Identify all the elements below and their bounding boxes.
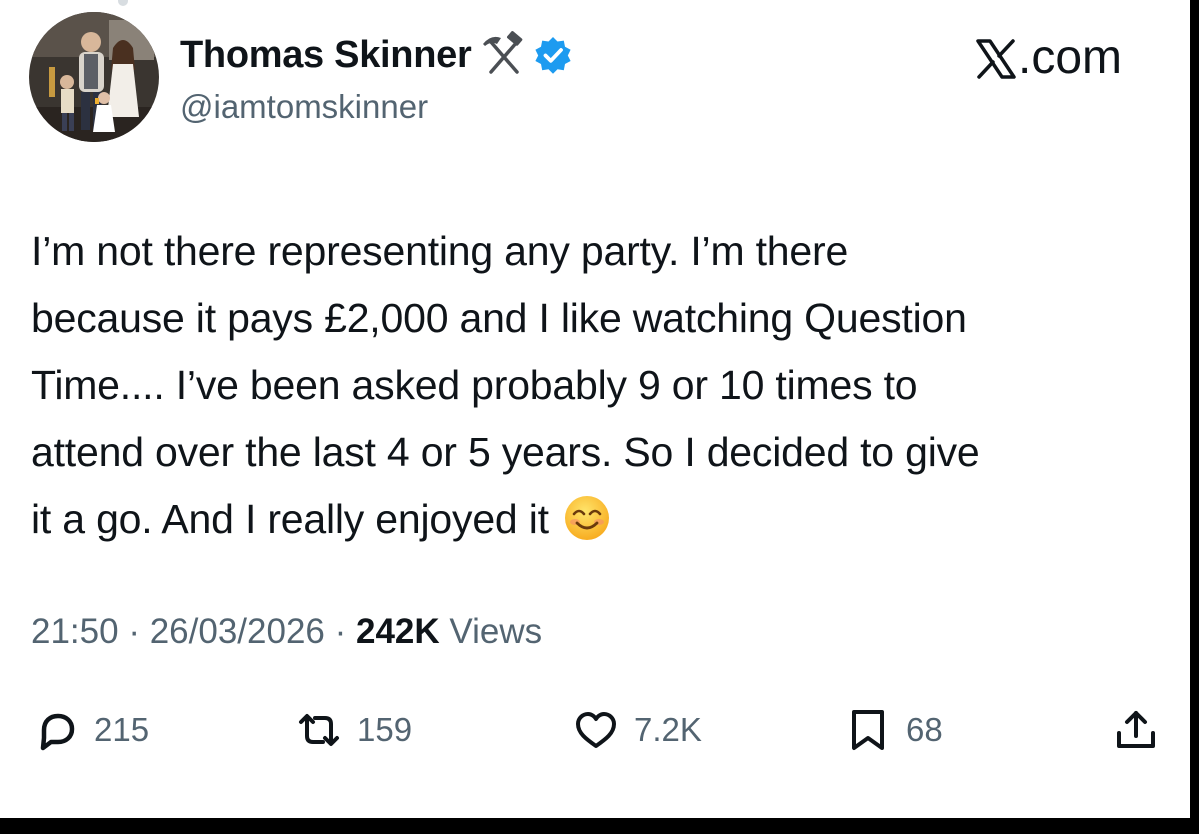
bookmark-count: 68 — [906, 711, 943, 748]
heart-icon — [576, 712, 616, 748]
tweet-card: Thomas Skinner @iamtomskinner .com I’m n… — [0, 0, 1190, 818]
bookmark-button[interactable]: 68 — [846, 702, 943, 758]
tweet-text: I’m not there representing any party. I’… — [31, 218, 1181, 553]
author-name-row: Thomas Skinner — [180, 26, 573, 84]
author-handle[interactable]: @iamtomskinner — [180, 88, 428, 126]
tweet-line: attend over the last 4 or 5 years. So I … — [31, 429, 980, 475]
tweet-line: it a go. And I really enjoyed it — [31, 496, 549, 542]
reply-count: 215 — [94, 711, 150, 748]
views-label: Views — [439, 612, 543, 651]
tweet-line-last: it a go. And I really enjoyed it — [31, 486, 1181, 553]
repost-button[interactable]: 159 — [297, 702, 412, 758]
hammer-and-pick-icon — [479, 30, 529, 80]
reply-button[interactable]: 215 — [34, 702, 149, 758]
tweet-line: because it pays £2,000 and I like watchi… — [31, 295, 967, 341]
bookmark-icon — [852, 710, 884, 750]
verified-badge-icon — [533, 35, 573, 75]
share-icon — [1117, 711, 1155, 748]
like-button[interactable]: 7.2K — [574, 702, 702, 758]
avatar[interactable] — [29, 12, 159, 142]
tweet-meta: 21:50 · 26/03/2026 · 242K Views — [31, 612, 542, 652]
repost-icon — [299, 714, 339, 746]
author-name[interactable]: Thomas Skinner — [180, 34, 472, 77]
meta-separator: · — [324, 612, 356, 651]
meta-separator: · — [118, 612, 150, 651]
edge-mark — [118, 0, 128, 6]
x-logo-icon — [975, 37, 1017, 79]
share-button[interactable] — [1114, 702, 1158, 758]
tweet-line: I’m not there representing any party. I’… — [31, 228, 849, 274]
tweet-date[interactable]: 26/03/2026 — [150, 612, 325, 651]
reply-icon — [40, 713, 75, 751]
site-label: .com — [975, 30, 1122, 85]
like-count: 7.2K — [634, 711, 702, 748]
site-domain: .com — [1018, 31, 1123, 84]
tweet-time[interactable]: 21:50 — [31, 612, 119, 651]
avatar-photo — [29, 12, 159, 142]
repost-count: 159 — [357, 711, 413, 748]
views-count: 242K — [355, 612, 440, 651]
smiling-face-icon — [563, 494, 611, 542]
tweet-line: Time.... I’ve been asked probably 9 or 1… — [31, 362, 918, 408]
